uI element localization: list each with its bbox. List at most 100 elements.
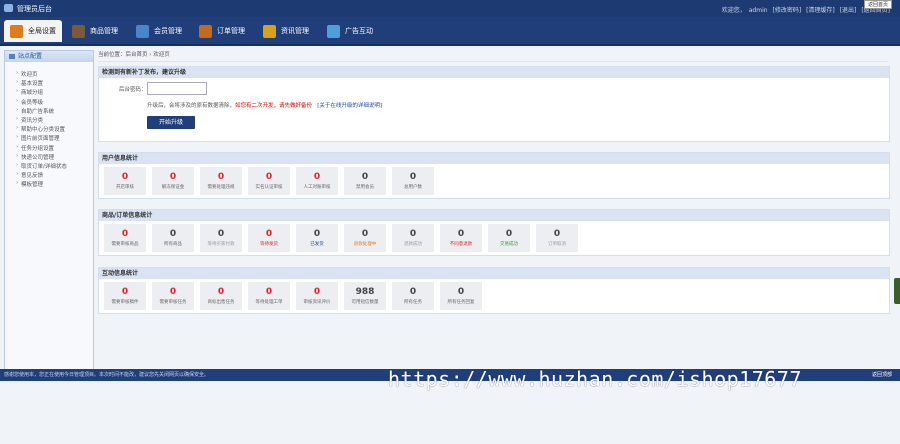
stat-value: 0 (217, 287, 225, 297)
stat-card[interactable]: 0 审核资讯评价 (296, 282, 338, 310)
stat-label: 需要审核任务 (159, 300, 187, 305)
main-nav: 全局设置 商品管理 会员管理 订单管理 资讯管理 广告互动 (0, 17, 900, 46)
stat-value: 988 (355, 287, 375, 297)
tab-orders[interactable]: 订单管理 (199, 20, 245, 42)
app-logo-icon (4, 4, 13, 12)
stat-card[interactable]: 0 总用户数 (392, 167, 434, 195)
admin-password-input[interactable] (147, 82, 207, 95)
stat-card[interactable]: 0 所有任务 (392, 282, 434, 310)
sidebar-item[interactable]: 商城分组 (5, 88, 93, 97)
stat-card[interactable]: 0 需要处理违规 (200, 167, 242, 195)
stat-card[interactable]: 0 退款成功 (392, 224, 434, 252)
stat-label: 解冻保证金 (161, 185, 185, 190)
stat-value: 0 (313, 287, 321, 297)
logout-link[interactable]: [退出] (840, 7, 857, 14)
stat-card[interactable]: 0 实名认证审核 (248, 167, 290, 195)
stat-label: 已发货 (310, 242, 324, 247)
stat-label: 可用短信数量 (351, 300, 379, 305)
start-upgrade-button[interactable]: 开始升级 (147, 116, 195, 129)
sidebar-header: 站点配置 (5, 51, 93, 62)
sidebar-item[interactable]: 会员等级 (5, 98, 93, 107)
stat-label: 等待买家付款 (207, 242, 235, 247)
interaction-stats-panel: 互动信息统计 0 需要审核稿件 0 需要审核任务 0 商标出售任务 0 等待处理工单 0 审核资讯… (98, 267, 890, 314)
sidebar-item[interactable]: 帮助中心分类设置 (5, 125, 93, 134)
stat-value: 0 (217, 172, 225, 182)
stat-value: 0 (313, 229, 321, 239)
stat-value: 0 (553, 229, 561, 239)
sidebar-item[interactable]: 基本设置 (5, 79, 93, 88)
order-stats-panel: 商品/订单信息统计 0 需要审核商品 0 所有商品 0 等待买家付款 0 等待发货 0 已发货 0 退… (98, 209, 890, 256)
stat-label: 订单取消 (548, 242, 566, 247)
stat-card[interactable]: 0 人工对账审核 (296, 167, 338, 195)
order-icon (199, 24, 212, 38)
stat-label: 需要审核稿件 (111, 300, 139, 305)
stat-value: 0 (505, 229, 513, 239)
stat-value: 0 (265, 287, 273, 297)
tab-ads[interactable]: 广告互动 (327, 20, 373, 42)
stat-card[interactable]: 0 需要审核稿件 (104, 282, 146, 310)
product-icon (72, 24, 85, 38)
stat-label: 退款处理中 (353, 242, 377, 247)
stat-label: 所有商品 (164, 242, 182, 247)
stat-label: 总用户数 (404, 185, 422, 190)
stat-value: 0 (361, 229, 369, 239)
note-warning: 如您有二次开发，请先做好备份 (235, 103, 313, 109)
stat-label: 等待处理工单 (255, 300, 283, 305)
stat-value: 0 (361, 172, 369, 182)
stat-label: 需要审核商品 (111, 242, 139, 247)
tab-news[interactable]: 资讯管理 (263, 20, 309, 42)
stat-card[interactable]: 0 需要审核商品 (104, 224, 146, 252)
stat-card[interactable]: 0 不同意退款 (440, 224, 482, 252)
tab-label: 资讯管理 (281, 27, 309, 35)
tab-label: 全局设置 (28, 27, 56, 35)
tab-products[interactable]: 商品管理 (72, 20, 118, 42)
stat-card[interactable]: 0 商标出售任务 (200, 282, 242, 310)
back-to-top-link[interactable]: 返回顶部 (872, 369, 892, 381)
stat-card[interactable]: 0 交易成功 (488, 224, 530, 252)
user-stats-panel: 用户信息统计 0 开店审核 0 解冻保证金 0 需要处理违规 0 实名认证审核 0 人工对账审核 0… (98, 152, 890, 199)
stat-card[interactable]: 0 所有任务回复 (440, 282, 482, 310)
interaction-stats-title: 互动信息统计 (99, 268, 889, 279)
stat-card[interactable]: 0 禁用会员 (344, 167, 386, 195)
sidebar-item[interactable]: 模板管理 (5, 180, 93, 189)
sidebar-item[interactable]: 自助广告系统 (5, 107, 93, 116)
stat-label: 等待发货 (260, 242, 278, 247)
sidebar-item[interactable]: 欢迎页 (5, 70, 93, 79)
sidebar-item[interactable]: 图片前页面管理 (5, 134, 93, 143)
main-content: 当前位置：后台首页 › 欢迎页 检测到有新补丁发布，建议升级 后台密码： 升级后… (98, 50, 890, 314)
breadcrumb: 当前位置：后台首页 › 欢迎页 (98, 50, 888, 62)
order-stats-title: 商品/订单信息统计 (99, 210, 889, 221)
stat-label: 商标出售任务 (207, 300, 235, 305)
stat-card[interactable]: 0 所有商品 (152, 224, 194, 252)
tab-label: 订单管理 (217, 27, 245, 35)
stat-card[interactable]: 0 等待发货 (248, 224, 290, 252)
stat-card[interactable]: 0 退款处理中 (344, 224, 386, 252)
sidebar-item[interactable]: 任务分组设置 (5, 144, 93, 153)
sidebar-item[interactable]: 快递公司管理 (5, 153, 93, 162)
sidebar-item[interactable]: 资讯分类 (5, 116, 93, 125)
upgrade-help-link[interactable]: [关于在线升级的详细说明] (317, 103, 382, 109)
stat-card[interactable]: 0 等待买家付款 (200, 224, 242, 252)
stat-card[interactable]: 0 需要审核任务 (152, 282, 194, 310)
stat-card[interactable]: 0 订单取消 (536, 224, 578, 252)
note-text: 升级后，会将涉及的原有数据清除， (147, 103, 236, 109)
folder-icon (9, 54, 15, 59)
stat-value: 0 (313, 172, 321, 182)
stat-card[interactable]: 0 解冻保证金 (152, 167, 194, 195)
sidebar-item[interactable]: 意见反馈 (5, 171, 93, 180)
side-handle[interactable] (894, 278, 900, 304)
clear-cache-link[interactable]: [清理缓存] (806, 7, 835, 14)
change-password-link[interactable]: [修改密码] (772, 7, 801, 14)
tab-members[interactable]: 会员管理 (136, 20, 182, 42)
stat-card[interactable]: 0 开店审核 (104, 167, 146, 195)
stat-value: 0 (217, 229, 225, 239)
stat-card[interactable]: 988 可用短信数量 (344, 282, 386, 310)
stat-value: 0 (409, 229, 417, 239)
tab-global-settings[interactable]: 全局设置 (4, 20, 62, 42)
sidebar-item[interactable]: 取货订单/详细状态 (5, 162, 93, 171)
stat-label: 交易成功 (500, 242, 518, 247)
stat-card[interactable]: 0 等待处理工单 (248, 282, 290, 310)
app-title: 管理员后台 (17, 5, 52, 13)
stat-card[interactable]: 0 已发货 (296, 224, 338, 252)
ad-icon (327, 24, 340, 38)
